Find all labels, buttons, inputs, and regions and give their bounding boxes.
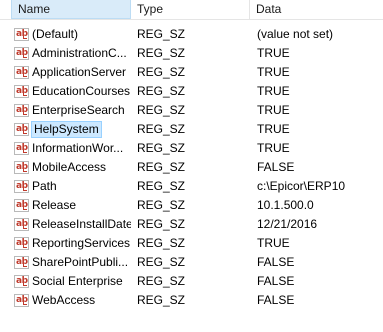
string-value-icon: ab xyxy=(14,199,29,212)
table-row[interactable]: ab ReportingServices REG_SZ TRUE xyxy=(0,234,383,253)
table-row[interactable]: ab InformationWor... REG_SZ TRUE xyxy=(0,139,383,158)
string-value-icon: ab xyxy=(14,85,29,98)
name-cell[interactable]: ab Release xyxy=(14,196,131,215)
name-cell[interactable]: ab WebAccess xyxy=(14,291,131,310)
value-name[interactable]: WebAccess xyxy=(32,291,95,310)
data-cell: 10.1.500.0 xyxy=(257,198,314,212)
type-cell: REG_SZ xyxy=(137,160,186,174)
table-row[interactable]: ab WebAccess REG_SZ FALSE xyxy=(0,291,383,310)
name-cell[interactable]: ab Social Enterprise xyxy=(14,272,131,291)
data-cell: TRUE xyxy=(257,141,290,155)
string-value-icon: ab xyxy=(14,104,29,117)
type-cell: REG_SZ xyxy=(137,65,186,79)
data-cell: FALSE xyxy=(257,293,295,307)
value-name[interactable]: ApplicationServer xyxy=(32,63,126,82)
value-name[interactable]: (Default) xyxy=(32,25,78,44)
value-name[interactable]: InformationWor... xyxy=(32,139,123,158)
type-cell: REG_SZ xyxy=(137,217,186,231)
data-cell: TRUE xyxy=(257,103,290,117)
name-cell[interactable]: ab ReleaseInstallDate xyxy=(14,215,131,234)
table-row[interactable]: ab ApplicationServer REG_SZ TRUE xyxy=(0,63,383,82)
table-row[interactable]: ab Social Enterprise REG_SZ FALSE xyxy=(0,272,383,291)
column-header-type[interactable]: Type xyxy=(131,0,250,19)
string-value-icon: ab xyxy=(14,294,29,307)
type-cell: REG_SZ xyxy=(137,122,186,136)
selected-value-name[interactable]: HelpSystem xyxy=(31,121,102,138)
string-value-icon: ab xyxy=(14,47,29,60)
name-cell[interactable]: ab (Default) xyxy=(14,25,131,44)
name-cell[interactable]: ab Path xyxy=(14,177,131,196)
name-cell[interactable]: ab MobileAccess xyxy=(14,158,131,177)
data-cell: FALSE xyxy=(257,274,295,288)
data-cell: 12/21/2016 xyxy=(257,217,318,231)
table-row[interactable]: ab Release REG_SZ 10.1.500.0 xyxy=(0,196,383,215)
type-cell: REG_SZ xyxy=(137,46,186,60)
name-cell[interactable]: ab InformationWor... xyxy=(14,139,131,158)
value-name[interactable]: Release xyxy=(32,196,76,215)
string-value-icon: ab xyxy=(14,161,29,174)
value-name[interactable]: Path xyxy=(32,177,57,196)
column-header-bar: Name Type Data xyxy=(0,0,383,20)
registry-values-list[interactable]: Name Type Data ab (Default) REG_SZ (value n… xyxy=(0,0,383,332)
type-cell: REG_SZ xyxy=(137,274,186,288)
name-cell[interactable]: ab ReportingServices xyxy=(14,234,131,253)
table-row[interactable]: ab AdministrationC... REG_SZ TRUE xyxy=(0,44,383,63)
type-cell: REG_SZ xyxy=(137,103,186,117)
string-value-icon: ab xyxy=(14,275,29,288)
data-cell: TRUE xyxy=(257,236,290,250)
value-name[interactable]: Social Enterprise xyxy=(32,272,123,291)
string-value-icon: ab xyxy=(14,256,29,269)
value-name[interactable]: EnterpriseSearch xyxy=(32,101,125,120)
name-cell[interactable]: ab HelpSystem xyxy=(14,120,131,139)
type-cell: REG_SZ xyxy=(137,293,186,307)
column-header-name[interactable]: Name xyxy=(11,0,131,19)
type-cell: REG_SZ xyxy=(137,179,186,193)
column-header-data[interactable]: Data xyxy=(250,0,383,19)
type-cell: REG_SZ xyxy=(137,141,186,155)
name-cell[interactable]: ab SharePointPubli... xyxy=(14,253,131,272)
name-cell[interactable]: ab EnterpriseSearch xyxy=(14,101,131,120)
value-name[interactable]: AdministrationC... xyxy=(32,44,127,63)
string-value-icon: ab xyxy=(14,28,29,41)
data-cell: TRUE xyxy=(257,46,290,60)
table-row[interactable]: ab EnterpriseSearch REG_SZ TRUE xyxy=(0,101,383,120)
name-cell[interactable]: ab EducationCourses xyxy=(14,82,131,101)
data-cell: TRUE xyxy=(257,84,290,98)
table-row[interactable]: ab EducationCourses REG_SZ TRUE xyxy=(0,82,383,101)
string-value-icon: ab xyxy=(14,66,29,79)
string-value-icon: ab xyxy=(14,123,29,136)
string-value-icon: ab xyxy=(14,218,29,231)
string-value-icon: ab xyxy=(14,142,29,155)
value-name[interactable]: ReportingServices xyxy=(32,234,130,253)
name-cell[interactable]: ab ApplicationServer xyxy=(14,63,131,82)
type-cell: REG_SZ xyxy=(137,255,186,269)
string-value-icon: ab xyxy=(14,180,29,193)
table-row[interactable]: ab SharePointPubli... REG_SZ FALSE xyxy=(0,253,383,272)
type-cell: REG_SZ xyxy=(137,27,186,41)
type-cell: REG_SZ xyxy=(137,198,186,212)
table-row[interactable]: ab MobileAccess REG_SZ FALSE xyxy=(0,158,383,177)
value-name[interactable]: EducationCourses xyxy=(32,82,130,101)
data-cell: FALSE xyxy=(257,160,295,174)
table-row[interactable]: ab HelpSystem REG_SZ TRUE xyxy=(0,120,383,139)
string-value-icon: ab xyxy=(14,237,29,250)
table-row[interactable]: ab ReleaseInstallDate REG_SZ 12/21/2016 xyxy=(0,215,383,234)
table-row[interactable]: ab Path REG_SZ c:\Epicor\ERP10 xyxy=(0,177,383,196)
data-cell: FALSE xyxy=(257,255,295,269)
type-cell: REG_SZ xyxy=(137,84,186,98)
value-name[interactable]: ReleaseInstallDate xyxy=(32,215,131,234)
table-row[interactable]: ab (Default) REG_SZ (value not set) xyxy=(0,25,383,44)
type-cell: REG_SZ xyxy=(137,236,186,250)
data-cell: (value not set) xyxy=(257,27,334,41)
name-cell[interactable]: ab AdministrationC... xyxy=(14,44,131,63)
value-name[interactable]: MobileAccess xyxy=(32,158,106,177)
value-name[interactable]: SharePointPubli... xyxy=(32,253,128,272)
data-cell: c:\Epicor\ERP10 xyxy=(257,179,346,193)
registry-values-rows: ab (Default) REG_SZ (value not set) ab Admini… xyxy=(0,25,383,310)
data-cell: TRUE xyxy=(257,65,290,79)
data-cell: TRUE xyxy=(257,122,290,136)
